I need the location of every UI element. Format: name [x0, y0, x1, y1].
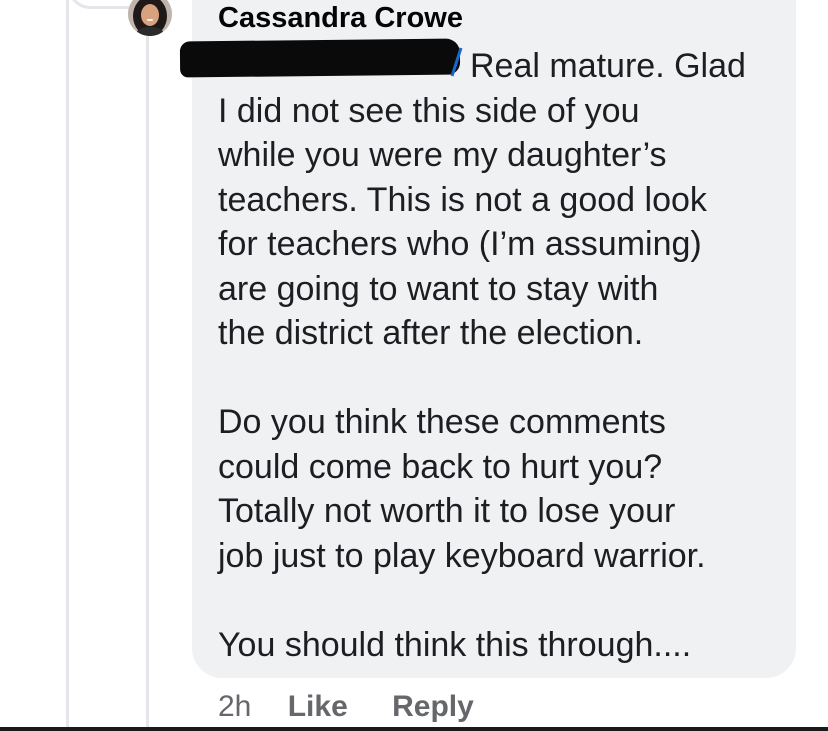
comment-line: I did not see this side of you — [218, 91, 640, 130]
comment-line: could come back to hurt you? — [218, 447, 663, 486]
comment-thread: Cassandra Crowe Real mature. Glad I did … — [0, 0, 828, 731]
comment-line: job just to play keyboard warrior. — [218, 536, 706, 575]
comment-actions: 2h Like Reply — [218, 690, 474, 724]
comment-line: Real mature. Glad — [470, 47, 746, 85]
comment-line: teachers. This is not a good look — [218, 180, 707, 219]
comment-line: while you were my daughter’s — [218, 136, 667, 174]
reply-button[interactable]: Reply — [392, 690, 474, 723]
comment-line: are going to want to stay with — [218, 269, 659, 308]
like-button[interactable]: Like — [288, 690, 348, 723]
screenshot-bottom-border — [0, 727, 828, 731]
avatar[interactable] — [128, 0, 172, 36]
comment-text: Real mature. Glad I did not see this sid… — [218, 44, 778, 667]
comment-line: You should think this through.... — [218, 625, 692, 664]
comment-line: Do you think these comments — [218, 403, 666, 441]
comment-line: Totally not worth it to lose your — [218, 492, 676, 530]
reply-connector-line — [146, 36, 149, 731]
comment-line: for teachers who (I’m assuming) — [218, 225, 702, 263]
thread-connector-curve — [68, 0, 131, 9]
thread-connector-line — [66, 0, 69, 731]
profile-photo-icon — [128, 0, 172, 36]
comment-line: the district after the election. — [218, 314, 644, 352]
author-name[interactable]: Cassandra Crowe — [218, 2, 463, 35]
timestamp[interactable]: 2h — [218, 690, 251, 723]
